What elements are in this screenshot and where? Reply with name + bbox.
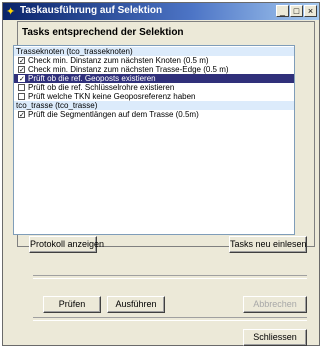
task-item[interactable]: ✓ Check min. Dinstanz zum nächsten Trasse… [14, 65, 294, 74]
task-label: Prüft ob die ref. Schlüsselrohre existie… [28, 83, 175, 92]
task-item[interactable]: Prüft ob die ref. Schlüsselrohre existie… [14, 83, 294, 92]
task-checkbox[interactable] [18, 93, 25, 101]
task-checkbox[interactable]: ✓ [18, 66, 25, 74]
task-item-selected[interactable]: ✓ Prüft ob die ref. Geoposts existieren [14, 74, 294, 83]
task-dialog: ✦ Taskausführung auf Selektion _ □ × Tas… [2, 2, 320, 346]
app-icon: ✦ [6, 6, 16, 18]
close-button[interactable]: × [304, 5, 317, 17]
group-header[interactable]: Trasseknoten (tco_trasseknoten) [14, 47, 294, 56]
schliessen-button[interactable]: Schliessen [243, 329, 307, 346]
task-label: Prüft welche TKN keine Geoposreferenz ha… [28, 92, 196, 101]
task-list[interactable]: Trasseknoten (tco_trasseknoten) ✓ Check m… [13, 45, 295, 235]
protokoll-button[interactable]: Protokoll anzeigen [29, 236, 104, 253]
task-item[interactable]: ✓ Prüft die Segmentlängen auf dem Trasse … [14, 110, 294, 119]
pruefen-button[interactable]: Prüfen [43, 296, 101, 313]
panel-title: Tasks entsprechend der Selektion [22, 27, 184, 38]
maximize-button[interactable]: □ [290, 5, 303, 17]
task-checkbox[interactable] [18, 84, 25, 92]
minimize-button[interactable]: _ [276, 5, 289, 17]
separator [33, 317, 307, 321]
task-checkbox[interactable]: ✓ [18, 75, 25, 83]
task-item[interactable]: ✓ Check min. Dinstanz zum nächsten Knoten… [14, 56, 294, 65]
tasks-neu-button[interactable]: Tasks neu einlesen [229, 236, 307, 253]
ausfuehren-button[interactable]: Ausführen [107, 296, 165, 313]
title-bar[interactable]: ✦ Taskausführung auf Selektion _ □ × [3, 3, 319, 20]
group-header[interactable]: tco_trasse (tco_trasse) [14, 101, 294, 110]
task-label: Check min. Dinstanz zum nächsten Knoten … [28, 56, 209, 65]
separator [33, 275, 307, 279]
abbrechen-button[interactable]: Abbrechen [243, 296, 307, 313]
task-label: Prüft ob die ref. Geoposts existieren [28, 74, 156, 83]
task-label: Prüft die Segmentlängen auf dem Trasse (… [28, 110, 199, 119]
task-label: Check min. Dinstanz zum nächsten Trasse-… [28, 65, 229, 74]
task-item[interactable]: Prüft welche TKN keine Geoposreferenz ha… [14, 92, 294, 101]
task-checkbox[interactable]: ✓ [18, 57, 25, 65]
window-title: Taskausführung auf Selektion [20, 5, 163, 16]
task-checkbox[interactable]: ✓ [18, 111, 25, 119]
